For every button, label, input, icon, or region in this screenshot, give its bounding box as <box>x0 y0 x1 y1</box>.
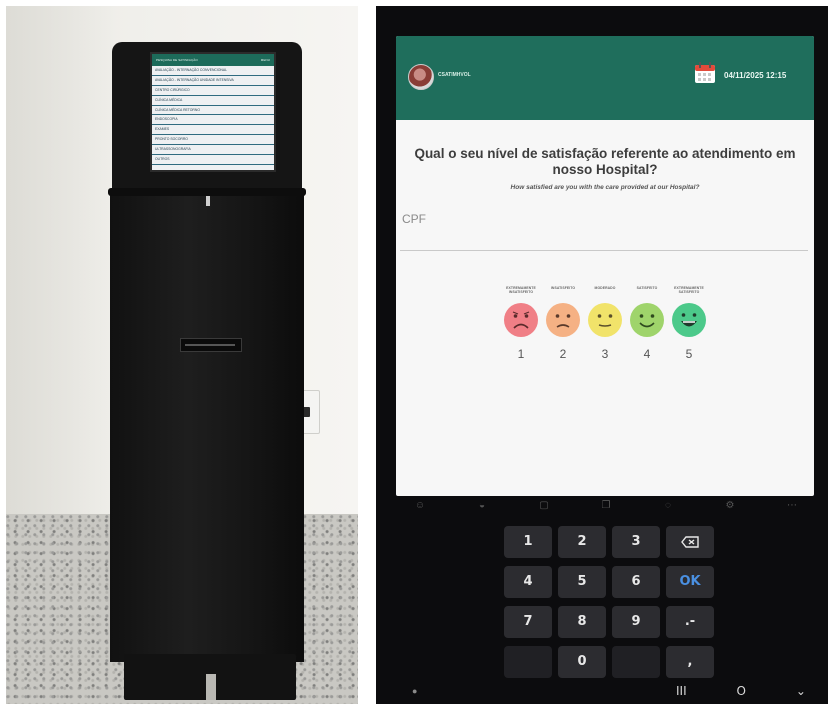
very-happy-face-icon <box>672 303 706 337</box>
key-1[interactable]: 1 <box>504 526 552 558</box>
rating-label: MODERADO <box>594 286 616 290</box>
kiosk-list-item[interactable]: EXAMES <box>152 125 274 136</box>
home-button[interactable]: O <box>737 684 746 698</box>
survey-question-english: How satisfied are you with the care prov… <box>510 184 700 191</box>
keyboard-toolbar: ☺ ◒ ▢ ❐ ◌ ⚙ ⋯ <box>406 494 806 518</box>
kiosk-body <box>110 192 304 662</box>
kiosk-list-item[interactable]: ENDOSCOPIA <box>152 115 274 126</box>
rating-number: 2 <box>559 347 567 361</box>
keyboard-switch-icon[interactable]: ● <box>412 686 417 696</box>
back-button[interactable]: ⌄ <box>796 684 806 698</box>
comma-key[interactable]: , <box>666 646 714 678</box>
kiosk-screen-list: AVALIAÇÃO - INTERNAÇÃO CONVENCIONAL AVAL… <box>152 66 274 165</box>
rating-number: 5 <box>685 347 693 361</box>
kiosk-list-item[interactable]: PRONTO SOCORRO <box>152 135 274 146</box>
kiosk-head: PESQUISA DE SATISFAÇÃO MENU AVALIAÇÃO - … <box>112 42 302 194</box>
key-8[interactable]: 8 <box>558 606 606 638</box>
clipboard-icon[interactable]: ▢ <box>538 500 550 512</box>
kiosk-base-gap <box>206 674 216 700</box>
hospital-logo <box>408 64 434 90</box>
kiosk-list-item[interactable]: AVALIAÇÃO - INTERNAÇÃO UNIDADE INTENSIVA <box>152 76 274 86</box>
rating-option-4[interactable]: SATISFEITO 4 <box>626 286 668 361</box>
rating-number: 3 <box>601 347 609 361</box>
rating-label: EXTREMAMENTE SATISFEITO <box>674 286 704 294</box>
rating-label: INSATISFEITO <box>550 286 576 290</box>
key-7[interactable]: 7 <box>504 606 552 638</box>
kiosk-screen-header: PESQUISA DE SATISFAÇÃO MENU <box>152 54 274 66</box>
system-navigation-bar: III O ⌄ <box>676 682 806 700</box>
rating-option-3[interactable]: MODERADO 3 <box>584 286 626 361</box>
kiosk-totem: PESQUISA DE SATISFAÇÃO MENU AVALIAÇÃO - … <box>108 42 308 702</box>
key-5[interactable]: 5 <box>558 566 606 598</box>
kiosk-list-item[interactable]: OUTROS <box>152 155 274 165</box>
kiosk-screen-title: PESQUISA DE SATISFAÇÃO <box>156 58 198 62</box>
happy-face-icon <box>630 303 664 337</box>
tablet-screen: CSATIMHVOL 04/11/2025 12:15 Qual o seu n… <box>396 36 814 496</box>
key-4[interactable]: 4 <box>504 566 552 598</box>
blank-key <box>612 646 660 678</box>
key-0[interactable]: 0 <box>558 646 606 678</box>
key-2[interactable]: 2 <box>558 526 606 558</box>
numeric-keypad: 1 2 3 4 5 6 OK 7 8 9 .- 0 , <box>504 520 724 680</box>
hospital-name: CSATIMHVOL <box>438 72 471 78</box>
kiosk-list-item[interactable]: ULTRASSONOGRAFIA <box>152 145 274 156</box>
backspace-key[interactable] <box>666 526 714 558</box>
kiosk-head-lip <box>108 188 306 196</box>
rating-scale: EXTREMAMENTE INSATISFEITO 1 INSATISFEITO… <box>500 286 710 366</box>
kiosk-photo: PESQUISA DE SATISFAÇÃO MENU AVALIAÇÃO - … <box>6 6 358 704</box>
calendar-icon <box>695 62 715 83</box>
kiosk-lock-key <box>206 196 210 206</box>
printer-slot <box>180 338 242 352</box>
gear-icon[interactable]: ⚙ <box>724 500 736 512</box>
gif-icon[interactable]: ◌ <box>662 500 674 512</box>
key-6[interactable]: 6 <box>612 566 660 598</box>
recent-apps-button[interactable]: III <box>676 684 687 698</box>
key-3[interactable]: 3 <box>612 526 660 558</box>
header-datetime: 04/11/2025 12:15 <box>724 71 787 80</box>
neutral-face-icon <box>588 303 622 337</box>
kiosk-list-item[interactable]: CLÍNICA MÉDICA <box>152 96 274 106</box>
copy-icon[interactable]: ❐ <box>600 500 612 512</box>
rating-label: EXTREMAMENTE INSATISFEITO <box>506 286 536 294</box>
very-sad-face-icon <box>504 303 538 337</box>
wall-shadow <box>6 6 116 526</box>
rating-number: 4 <box>643 347 651 361</box>
kiosk-list-item[interactable]: AVALIAÇÃO - INTERNAÇÃO CONVENCIONAL <box>152 66 274 76</box>
app-header: CSATIMHVOL 04/11/2025 12:15 <box>396 36 814 120</box>
kiosk-screen: PESQUISA DE SATISFAÇÃO MENU AVALIAÇÃO - … <box>150 52 276 172</box>
more-icon[interactable]: ⋯ <box>786 500 798 512</box>
ok-key[interactable]: OK <box>666 566 714 598</box>
rating-option-1[interactable]: EXTREMAMENTE INSATISFEITO 1 <box>500 286 542 361</box>
emoji-icon[interactable]: ☺ <box>414 500 426 512</box>
tablet-photo: CSATIMHVOL 04/11/2025 12:15 Qual o seu n… <box>376 6 828 704</box>
rating-option-2[interactable]: INSATISFEITO 2 <box>542 286 584 361</box>
survey-question: Qual o seu nível de satisfação referente… <box>414 146 796 177</box>
blank-key <box>504 646 552 678</box>
key-9[interactable]: 9 <box>612 606 660 638</box>
rating-label: SATISFEITO <box>636 286 658 290</box>
kiosk-screen-menu: MENU <box>260 58 270 62</box>
dash-key[interactable]: .- <box>666 606 714 638</box>
backspace-icon <box>681 536 699 548</box>
kiosk-list-item[interactable]: CENTRO CIRÚRGICO <box>152 86 274 96</box>
cpf-input-underline <box>400 250 808 251</box>
rating-number: 1 <box>517 347 525 361</box>
kiosk-list-item[interactable]: CLÍNICA MÉDICA RETORNO <box>152 106 274 116</box>
kiosk-base <box>124 654 296 700</box>
sticker-icon[interactable]: ◒ <box>476 500 488 512</box>
cpf-input[interactable]: CPF <box>402 212 426 226</box>
sad-face-icon <box>546 303 580 337</box>
rating-option-5[interactable]: EXTREMAMENTE SATISFEITO 5 <box>668 286 710 361</box>
